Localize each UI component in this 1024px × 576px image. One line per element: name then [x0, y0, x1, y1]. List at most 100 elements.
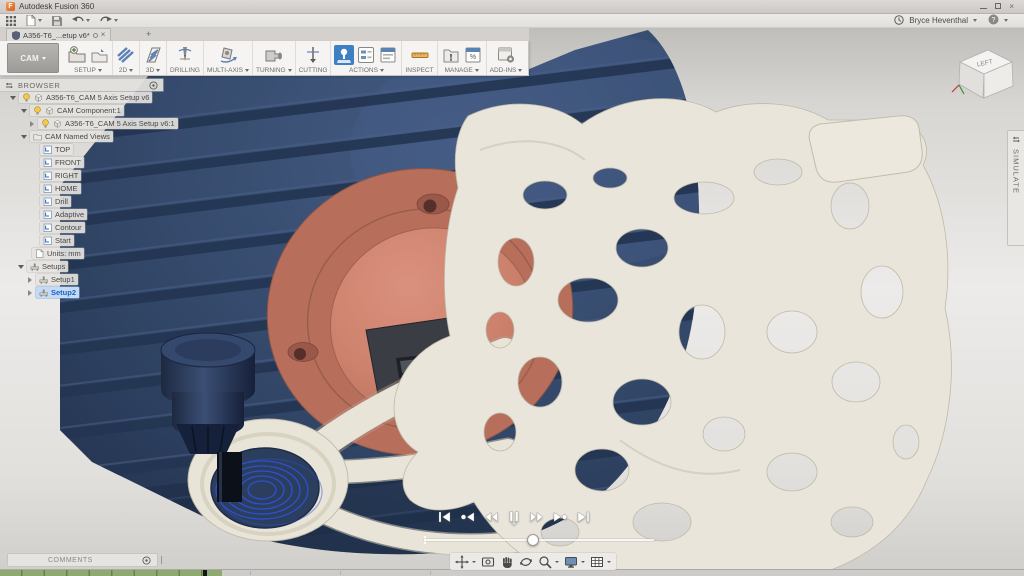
expand-icon[interactable] — [21, 135, 27, 139]
visibility-bulb-icon[interactable] — [41, 119, 50, 128]
collapse-panel-icon[interactable] — [5, 81, 14, 90]
comments-grip[interactable] — [161, 556, 162, 564]
toolbar-group-manage[interactable]: % MANAGE — [438, 41, 487, 75]
visibility-bulb-icon[interactable] — [33, 106, 42, 115]
undo-icon[interactable] — [72, 16, 90, 25]
3d-milling-icon[interactable] — [143, 45, 163, 65]
tree-item-drill[interactable]: Drill — [0, 195, 175, 208]
tree-item-contour[interactable]: Contour — [0, 221, 175, 234]
help-icon[interactable]: ? — [988, 12, 999, 30]
toolbar-group-2d[interactable]: 2D — [113, 41, 140, 75]
toolbar-group-multiaxis[interactable]: MULTI-AXIS — [204, 41, 253, 75]
visibility-bulb-icon[interactable] — [22, 93, 31, 102]
fit-caret-icon[interactable] — [555, 561, 559, 563]
view-cube[interactable]: LEFT — [948, 36, 1020, 108]
display-caret-icon[interactable] — [581, 561, 585, 563]
grid-caret-icon[interactable] — [607, 561, 611, 563]
pause-button[interactable] — [506, 509, 522, 525]
go-to-end-button[interactable] — [575, 509, 591, 525]
tree-item-units[interactable]: Units: mm — [0, 247, 175, 260]
post-library-icon[interactable]: % — [463, 45, 483, 65]
tree-item-named-views[interactable]: CAM Named Views — [0, 130, 175, 143]
toolbar-group-cutting[interactable]: CUTTING — [296, 41, 332, 75]
pan-icon[interactable] — [500, 555, 514, 569]
zoom-icon[interactable] — [519, 555, 533, 569]
orbit-icon[interactable] — [455, 555, 469, 569]
close-button[interactable]: × — [1009, 3, 1014, 11]
new-setup-icon[interactable] — [67, 45, 87, 65]
tree-item-cam-component[interactable]: CAM Component:1 — [0, 104, 175, 117]
tree-item-setup2[interactable]: Setup2 — [0, 286, 175, 299]
cam-timeline[interactable] — [0, 569, 1024, 576]
tree-item-adaptive[interactable]: Adaptive — [0, 208, 175, 221]
timeline-operations[interactable] — [0, 570, 222, 576]
fusion-logo-icon: F — [6, 2, 15, 11]
tree-item-start[interactable]: Start — [0, 234, 175, 247]
drilling-icon[interactable] — [175, 45, 195, 65]
display-settings-icon[interactable] — [564, 555, 578, 569]
toolbar-group-actions[interactable]: ACTIONS — [331, 41, 402, 75]
comments-options-icon[interactable] — [142, 556, 151, 565]
post-process-icon[interactable] — [356, 45, 376, 65]
tree-item-setups[interactable]: Setups — [0, 260, 175, 273]
document-tab[interactable]: A356-T6_...etup v6* × — [6, 28, 111, 41]
user-account-button[interactable]: Bryce Heventhal — [909, 16, 968, 25]
grid-layout-icon[interactable] — [590, 555, 604, 569]
job-status-icon[interactable] — [894, 12, 904, 30]
measure-icon[interactable] — [410, 45, 430, 65]
tree-item-home[interactable]: HOME — [0, 182, 175, 195]
orbit-caret-icon[interactable] — [472, 561, 476, 563]
go-to-start-button[interactable] — [437, 509, 453, 525]
addins-icon[interactable] — [496, 45, 516, 65]
toolbar-group-inspect[interactable]: INSPECT — [402, 41, 437, 75]
simulation-scrubber-handle[interactable] — [527, 534, 539, 546]
expand-icon[interactable] — [10, 96, 16, 100]
fit-icon[interactable] — [538, 555, 552, 569]
tab-close-icon[interactable]: × — [101, 31, 106, 39]
collapse-icon[interactable] — [28, 290, 32, 296]
restore-button[interactable] — [995, 3, 1001, 11]
step-back-button[interactable] — [483, 509, 499, 525]
simulation-scrubber-track[interactable] — [424, 539, 654, 541]
2d-milling-icon[interactable] — [116, 45, 136, 65]
browser-header[interactable]: BROWSER — [0, 79, 163, 91]
minimize-button[interactable] — [980, 3, 987, 11]
app-grid-icon[interactable] — [6, 16, 16, 26]
tree-item-front[interactable]: FRONT — [0, 156, 175, 169]
new-tab-button[interactable]: + — [146, 29, 151, 40]
expand-icon[interactable] — [21, 109, 27, 113]
file-menu-icon[interactable] — [26, 15, 42, 26]
step-forward-button[interactable] — [529, 509, 545, 525]
toolbar-group-addins[interactable]: ADD-INS — [487, 41, 526, 75]
redo-icon[interactable] — [100, 16, 118, 25]
tree-item-root[interactable]: A356-T6_CAM 5 Axis Setup v6 — [0, 91, 175, 104]
save-icon[interactable] — [52, 16, 62, 26]
new-folder-icon[interactable] — [89, 45, 109, 65]
workspace-selector[interactable]: CAM — [7, 43, 59, 73]
simulate-panel-tab[interactable]: SIMULATE — [1007, 130, 1024, 246]
collapse-icon[interactable] — [28, 277, 32, 283]
look-at-icon[interactable] — [481, 555, 495, 569]
tool-library-icon[interactable] — [441, 45, 461, 65]
comments-label: COMMENTS — [48, 557, 93, 564]
next-operation-button[interactable] — [552, 509, 568, 525]
turning-icon[interactable] — [264, 45, 284, 65]
simulate-icon[interactable] — [334, 45, 354, 65]
toolbar-group-turning[interactable]: TURNING — [253, 41, 296, 75]
toolbar-group-drilling[interactable]: DRILLING — [167, 41, 204, 75]
toolbar-group-3d[interactable]: 3D — [140, 41, 167, 75]
setup-sheet-icon[interactable] — [378, 45, 398, 65]
multi-axis-icon[interactable] — [218, 45, 238, 65]
collapse-icon[interactable] — [30, 121, 34, 127]
browser-options-icon[interactable] — [149, 81, 158, 90]
cutting-icon[interactable] — [303, 45, 323, 65]
tree-item-setup1[interactable]: Setup1 — [0, 273, 175, 286]
tree-item-right[interactable]: RIGHT — [0, 169, 175, 182]
previous-operation-button[interactable] — [460, 509, 476, 525]
expand-icon[interactable] — [18, 265, 24, 269]
timeline-playhead[interactable] — [203, 570, 207, 576]
tree-item-top[interactable]: TOP — [0, 143, 175, 156]
comments-bar[interactable]: COMMENTS — [7, 553, 158, 567]
toolbar-group-setup[interactable]: SETUP — [64, 41, 113, 75]
tree-item-setup-instance[interactable]: A356-T6_CAM 5 Axis Setup v6:1 — [0, 117, 175, 130]
